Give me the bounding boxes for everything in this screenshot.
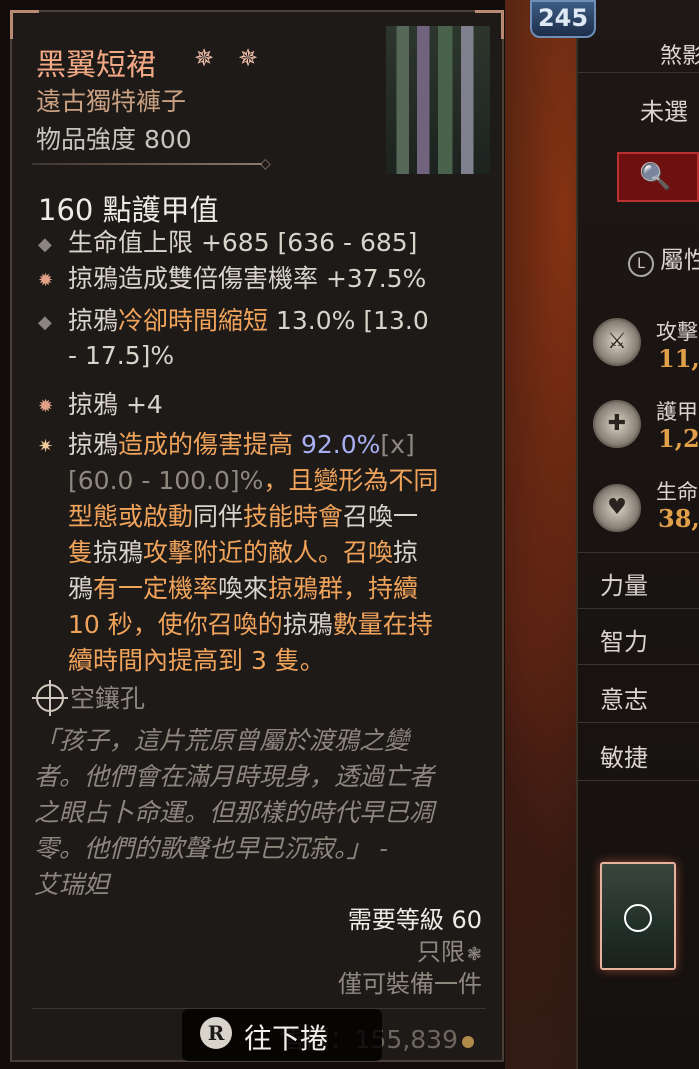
unique-power-text: 同伴 bbox=[193, 502, 244, 531]
stat-value-armor: 1,2 bbox=[658, 424, 699, 453]
ancestral-star-icon: ✵ bbox=[238, 44, 259, 72]
unique-power-text: 有一定機率 bbox=[93, 574, 219, 603]
unique-power-text: 掠 bbox=[393, 538, 419, 567]
class-restriction-label: 只限 bbox=[416, 938, 465, 966]
affix-double-damage: 掠鴉造成雙倍傷害機率 +37.5% bbox=[68, 264, 427, 293]
affix-life: 生命值上限 +685 [636 - 685] bbox=[68, 228, 418, 257]
unique-power-text: 喚來 bbox=[218, 574, 269, 603]
unique-power-text: 隻 bbox=[68, 538, 94, 567]
affix-cooldown-name: 冷卻時間縮短 bbox=[118, 306, 269, 335]
life-icon: ♥ bbox=[593, 484, 641, 532]
stat-value-offense: 11, bbox=[658, 344, 699, 373]
armor-value: 160 點護甲值 bbox=[38, 193, 219, 227]
core-stat-willpower[interactable]: 意志 bbox=[600, 680, 699, 715]
stat-label-offense: 攻擊 bbox=[656, 320, 698, 344]
unique-power-range: [60.0 - 100.0]% bbox=[68, 466, 264, 495]
required-level: 需要等級 60 bbox=[347, 906, 482, 934]
unique-power: 掠鴉造成的傷害提高 92.0%[x] [60.0 - 100.0]%，且變形為不… bbox=[68, 427, 488, 679]
magnifier-icon: 🔍 bbox=[639, 162, 672, 192]
search-button[interactable]: 🔍 bbox=[617, 152, 699, 202]
unique-power-text: 召喚一 bbox=[343, 502, 419, 531]
affix-diamond-icon: ◆ bbox=[38, 312, 52, 333]
scroll-down-hint[interactable]: R 往下捲 bbox=[182, 1009, 382, 1061]
core-stat-intelligence[interactable]: 智力 bbox=[600, 622, 699, 657]
r-key-icon: R bbox=[200, 1017, 232, 1049]
unique-power-icon: ✷ bbox=[38, 436, 54, 457]
unique-power-text: 造成的傷害提高 bbox=[118, 430, 301, 459]
equip-limit: 僅可裝備一件 bbox=[338, 970, 482, 998]
unique-power-text: 數量在持 bbox=[332, 610, 433, 639]
attributes-label: 屬性 bbox=[660, 246, 699, 274]
armor-icon: ✚ bbox=[593, 400, 641, 448]
unique-power-text: 續時間內提高到 3 隻。 bbox=[68, 646, 325, 675]
flavor-line: 之眼占卜命運。但那樣的時代早已凋 bbox=[34, 798, 435, 827]
divider-ornament-icon: ◇ bbox=[260, 156, 271, 172]
affix-ravens-rank: 掠鴉 +4 bbox=[68, 390, 163, 419]
affix-cooldown-range: - 17.5]% bbox=[68, 341, 175, 370]
scroll-down-label: 往下捲 bbox=[244, 1022, 329, 1055]
greater-affix-icon: ✹ bbox=[38, 270, 54, 291]
unique-power-text: 鴉 bbox=[68, 574, 94, 603]
unique-power-text: 型態或啟動 bbox=[68, 502, 194, 531]
flavor-text: 「孩子，這片荒原曾屬於渡鴉之變 者。他們會在滿月時現身，透過亡者 之眼占卜命運。… bbox=[34, 723, 494, 903]
panel-divider bbox=[578, 780, 699, 781]
stat-label-armor: 護甲 bbox=[656, 400, 698, 424]
unique-power-text: 攻擊附近的敵人。召喚 bbox=[143, 538, 394, 567]
unique-power-text: 掠鴉 bbox=[68, 430, 119, 459]
panel-header-1: 煞影 bbox=[660, 44, 699, 69]
unique-power-text: 掠鴉 bbox=[282, 610, 333, 639]
character-level-badge: 245 bbox=[530, 0, 596, 38]
flavor-line: 者。他們會在滿月時現身，透過亡者 bbox=[34, 762, 435, 791]
panel-divider bbox=[578, 608, 699, 609]
core-stat-strength[interactable]: 力量 bbox=[600, 566, 699, 601]
unique-power-text: 技能時會 bbox=[243, 502, 344, 531]
empty-socket-label: 空鑲孔 bbox=[70, 684, 146, 713]
item-power: 物品強度 800 bbox=[36, 125, 192, 154]
gold-coin-icon bbox=[462, 1036, 474, 1048]
class-restriction: 只限 ❃ bbox=[417, 932, 482, 967]
affix-cooldown: 掠鴉冷卻時間縮短 13.0% [13.0 - 17.5]% bbox=[68, 303, 488, 373]
attributes-tab[interactable]: L 屬性 bbox=[628, 240, 699, 277]
socket-icon bbox=[624, 904, 652, 932]
ancestral-star-icon: ✵ bbox=[194, 44, 215, 72]
panel-divider bbox=[578, 664, 699, 665]
unique-power-multiplier: [x] bbox=[380, 430, 415, 459]
tooltip-divider bbox=[32, 163, 262, 165]
build-dropdown[interactable]: 未選 bbox=[640, 92, 699, 127]
equipped-pants-slot[interactable] bbox=[600, 862, 676, 970]
unique-power-text: 掠鴉群，持續 bbox=[268, 574, 419, 603]
stat-value-life: 38, bbox=[658, 504, 699, 533]
affix-cooldown-skill: 掠鴉 bbox=[68, 306, 119, 335]
druid-class-icon: ❃ bbox=[466, 944, 482, 965]
unique-power-text: 掠鴉 bbox=[93, 538, 144, 567]
panel-divider bbox=[578, 72, 699, 73]
flavor-line: 「孩子，這片荒原曾屬於渡鴉之變 bbox=[34, 726, 410, 755]
unique-power-text: ，且變形為不同 bbox=[263, 466, 439, 495]
core-stat-dexterity[interactable]: 敏捷 bbox=[600, 738, 699, 773]
unique-power-text: 10 秒，使你召喚的 bbox=[68, 610, 283, 639]
affix-cooldown-value: 13.0% [13.0 bbox=[268, 306, 429, 335]
flavor-line: 艾瑞妲 bbox=[34, 870, 110, 899]
item-art bbox=[386, 26, 490, 174]
item-type: 遠古獨特褲子 bbox=[36, 87, 187, 116]
empty-socket-icon bbox=[32, 680, 68, 716]
flavor-line: 零。他們的歌聲也早已沉寂。」 - bbox=[34, 834, 388, 863]
item-name: 黑翼短裙 bbox=[36, 48, 156, 83]
info-icon: L bbox=[628, 251, 654, 277]
panel-divider bbox=[578, 552, 699, 553]
affix-diamond-icon: ◆ bbox=[38, 234, 52, 255]
tooltip-corner bbox=[10, 10, 39, 39]
panel-divider bbox=[578, 722, 699, 723]
unique-power-value: 92.0% bbox=[300, 430, 381, 459]
item-tooltip: 黑翼短裙 ✵ ✵ 遠古獨特褲子 物品強度 800 ◇ 160 點護甲值 ◆ 生命… bbox=[10, 10, 504, 1062]
greater-affix-icon: ✹ bbox=[38, 396, 54, 417]
stat-label-life: 生命 bbox=[656, 480, 698, 504]
offense-icon: ⚔ bbox=[593, 318, 641, 366]
